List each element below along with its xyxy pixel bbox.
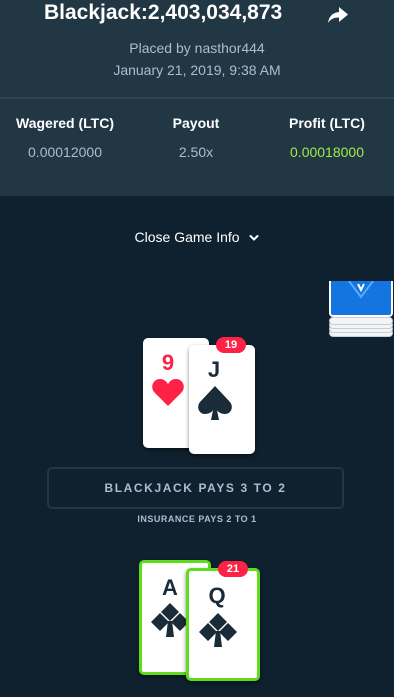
- close-game-info-label: Close Game Info: [134, 229, 240, 245]
- player-card-2-rank: Q: [208, 583, 226, 608]
- payout-value: 2.50x: [178, 144, 214, 160]
- header-divider: [0, 97, 394, 99]
- club-suit-icon: [199, 613, 237, 647]
- dealer-card-2: J: [189, 345, 255, 454]
- player-total-badge: 21: [218, 561, 248, 577]
- club-suit-icon: [151, 603, 189, 637]
- share-arrow-icon[interactable]: [327, 5, 349, 25]
- card-back-pattern-icon: [348, 281, 374, 299]
- bet-info-header: Blackjack:2,403,034,873 Placed by nastho…: [0, 0, 394, 196]
- insurance-text: INSURANCE PAYS 2 TO 1: [137, 514, 257, 524]
- placed-by-text: Placed by nasthor444: [129, 40, 265, 56]
- profit-value: 0.00018000: [290, 144, 364, 160]
- bet-date: January 21, 2019, 9:38 AM: [113, 62, 281, 78]
- dealer-card-2-rank: J: [207, 357, 221, 382]
- card-deck: [329, 281, 394, 338]
- title-row: Blackjack:2,403,034,873: [0, 1, 394, 29]
- heart-suit-icon: [152, 379, 184, 406]
- deck-layer: [329, 317, 393, 325]
- chevron-down-icon: [249, 235, 259, 242]
- bet-title: Blackjack:2,403,034,873: [44, 1, 283, 24]
- wagered-value: 0.00012000: [28, 144, 102, 160]
- profit-label: Profit (LTC): [289, 115, 365, 131]
- payout-stat: Payout 2.50x: [131, 115, 261, 160]
- card-back: [329, 281, 393, 317]
- wagered-stat: Wagered (LTC) 0.00012000: [0, 115, 130, 160]
- player-card-2: Q: [186, 568, 260, 681]
- wagered-label: Wagered (LTC): [16, 115, 114, 131]
- dealer-total-badge: 19: [216, 337, 246, 353]
- payout-label: Payout: [172, 115, 220, 131]
- close-game-info-toggle[interactable]: Close Game Info: [0, 229, 394, 245]
- profit-stat: Profit (LTC) 0.00018000: [262, 115, 392, 160]
- dealer-card-1-rank: 9: [161, 350, 175, 375]
- blackjack-pays-banner: BLACKJACK PAYS 3 TO 2: [47, 467, 344, 509]
- spade-suit-icon: [198, 386, 232, 420]
